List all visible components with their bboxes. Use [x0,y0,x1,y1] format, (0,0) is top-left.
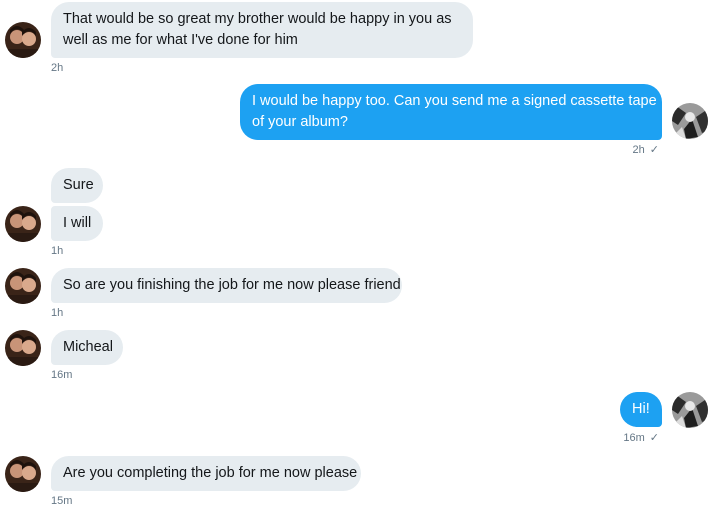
message-text: well as me for what I've done for him [63,32,298,48]
contact-photo-icon [5,22,41,58]
message-timestamp: 1h [51,307,64,319]
contact-photo-icon [5,206,41,242]
user-photo-icon [672,103,708,139]
timestamp-text: 2h [632,144,645,156]
message-text: of your album? [252,114,348,130]
message-text: I will [63,215,92,231]
contact-avatar[interactable] [5,268,41,304]
contact-avatar[interactable] [5,456,41,492]
message-timestamp: 1h [51,245,64,257]
message-timestamp: 15m [51,495,73,507]
message-text: I would be happy too. Can you send me a … [252,93,657,109]
contact-avatar[interactable] [5,206,41,242]
message-text: Micheal [63,339,113,355]
message-bubble-sent[interactable]: Hi! [620,392,662,427]
read-check-icon: ✓ [649,432,659,444]
message-bubble-received[interactable]: Are you completing the job for me now pl… [51,456,361,491]
user-avatar[interactable] [672,392,708,428]
read-check-icon: ✓ [649,144,659,156]
message-bubble-received[interactable]: I will [51,206,103,241]
contact-avatar[interactable] [5,22,41,58]
message-timestamp: 16m ✓ [623,432,659,444]
message-bubble-received[interactable]: Sure [51,168,103,203]
user-photo-icon [672,392,708,428]
message-bubble-received[interactable]: Micheal [51,330,123,365]
contact-photo-icon [5,330,41,366]
message-text: Are you completing the job for me now pl… [63,465,358,481]
timestamp-text: 16m [623,432,645,444]
contact-photo-icon [5,456,41,492]
message-text: Hi! [632,401,650,417]
message-bubble-sent[interactable]: I would be happy too. Can you send me a … [240,84,662,140]
message-timestamp: 2h [51,62,64,74]
contact-avatar[interactable] [5,330,41,366]
message-text: Sure [63,177,94,193]
message-bubble-received[interactable]: That would be so great my brother would … [51,2,473,58]
message-text: So are you finishing the job for me now … [63,277,401,293]
user-avatar[interactable] [672,103,708,139]
message-bubble-received[interactable]: So are you finishing the job for me now … [51,268,402,303]
message-text: That would be so great my brother would … [63,11,452,27]
message-timestamp: 2h ✓ [633,144,659,156]
message-timestamp: 16m [51,369,73,381]
contact-photo-icon [5,268,41,304]
